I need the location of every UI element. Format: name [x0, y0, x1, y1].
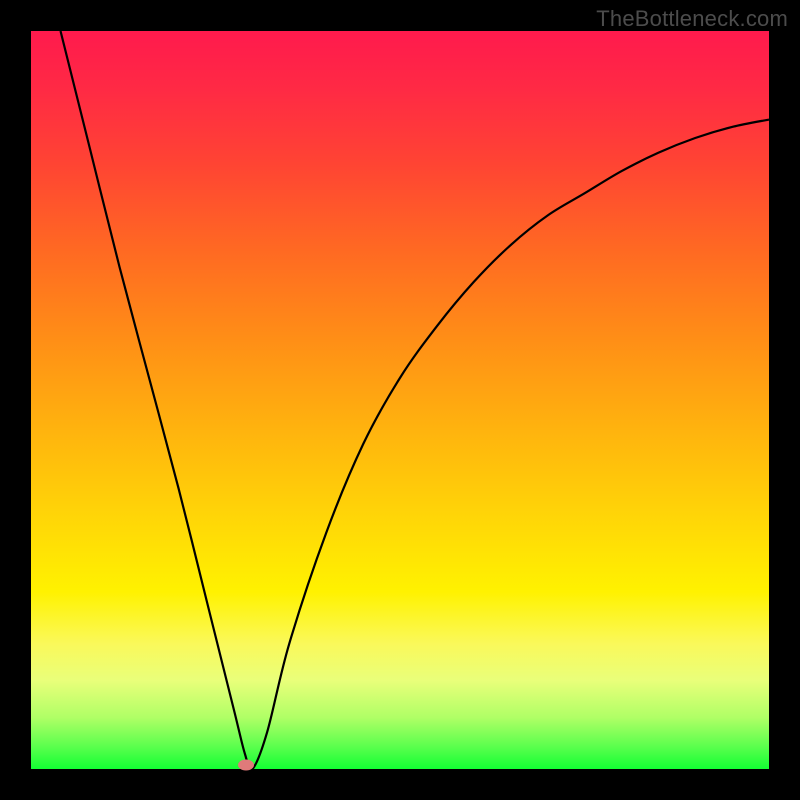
minimum-marker [238, 759, 254, 770]
plot-area [31, 31, 769, 769]
curve-path [61, 31, 769, 770]
watermark-text: TheBottleneck.com [596, 6, 788, 32]
chart-frame: TheBottleneck.com [0, 0, 800, 800]
bottleneck-curve [31, 31, 769, 769]
